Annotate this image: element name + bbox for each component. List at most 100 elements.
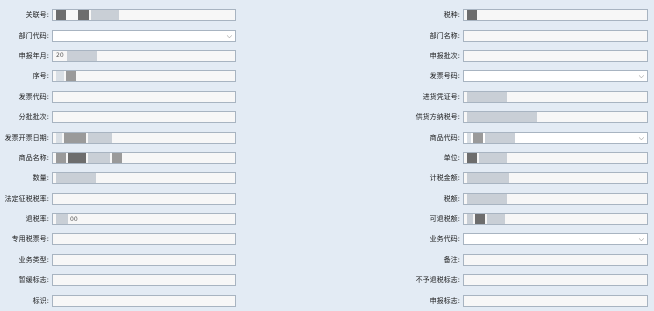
row-dept-code: 部门代码: ⌵	[0, 25, 236, 45]
redacted-block	[68, 152, 86, 163]
temp-flag-label: 暂缓标志:	[18, 276, 49, 285]
non-refund-flag-input[interactable]	[463, 274, 648, 287]
invoice-code-label: 发票代码:	[18, 92, 49, 101]
import-voucher-no-input[interactable]	[463, 90, 648, 103]
row-invoice-code: 发票代码:	[0, 87, 236, 107]
row-customs-no: 关联号:	[0, 5, 236, 25]
redacted-block	[475, 214, 485, 225]
redacted-block	[467, 173, 509, 184]
row-tax-amount: 计税金额:	[380, 168, 648, 188]
product-code-label: 商品代码:	[429, 133, 460, 142]
row-legal-tax-rate: 法定征税税率:	[0, 189, 236, 209]
redacted-block	[64, 132, 86, 143]
tax-type-input[interactable]	[463, 9, 648, 22]
right-form-column: 税种: 部门名称: 申报批次: 发票号码: ⌵ 进货凭证号: 供货方纳税号: 商…	[380, 5, 648, 311]
row-batch-no: 分批批次:	[0, 107, 236, 127]
redacted-block	[78, 10, 89, 21]
redacted-block	[56, 10, 66, 21]
report-month-input[interactable]: 20	[52, 49, 236, 62]
chevron-down-icon[interactable]: ⌵	[639, 134, 644, 143]
redacted-block	[88, 152, 110, 163]
supplier-tax-id-label: 供货方纳税号:	[415, 113, 460, 122]
row-tax-type: 税种:	[380, 5, 648, 25]
product-name-label: 商品名称:	[18, 153, 49, 162]
tax-input[interactable]	[463, 192, 648, 205]
row-report-flag: 申报标志:	[380, 290, 648, 310]
left-form-column: 关联号: 部门代码: ⌵ 申报年月: 20 序号: 发票代码: 分批批次: 发票…	[0, 5, 236, 311]
row-special-ticket-no: 专用税票号:	[0, 229, 236, 249]
dept-code-label: 部门代码:	[18, 31, 49, 40]
redacted-block	[56, 214, 68, 225]
supplier-tax-id-input[interactable]	[463, 111, 648, 124]
product-code-select[interactable]: ⌵	[463, 131, 648, 144]
customs-no-label: 关联号:	[25, 11, 49, 20]
special-ticket-no-input[interactable]	[52, 233, 236, 246]
redacted-block	[487, 214, 505, 225]
refund-rate-input[interactable]: 00	[52, 213, 236, 226]
legal-tax-rate-input[interactable]	[52, 192, 236, 205]
business-code-select[interactable]: ⌵	[463, 233, 648, 246]
redacted-block	[56, 173, 96, 184]
dept-code-select[interactable]: ⌵	[52, 29, 236, 42]
redacted-block	[467, 91, 507, 102]
mark-label: 标识:	[32, 296, 49, 305]
row-non-refund-flag: 不予退税标志:	[380, 270, 648, 290]
row-product-code: 商品代码: ⌵	[380, 127, 648, 147]
business-type-input[interactable]	[52, 253, 236, 266]
batch-no-label: 分批批次:	[18, 113, 49, 122]
customs-no-input[interactable]	[52, 9, 236, 22]
row-tax: 税额:	[380, 189, 648, 209]
row-mark: 标识:	[0, 290, 236, 310]
business-type-label: 业务类型:	[18, 255, 49, 264]
chevron-down-icon[interactable]: ⌵	[227, 32, 232, 41]
product-name-input[interactable]	[52, 151, 236, 164]
row-product-name: 商品名称:	[0, 148, 236, 168]
row-report-month: 申报年月: 20	[0, 46, 236, 66]
remark-label: 备注:	[443, 255, 460, 264]
invoice-code-input[interactable]	[52, 90, 236, 103]
tax-type-label: 税种:	[443, 11, 460, 20]
redacted-block	[485, 132, 515, 143]
refundable-tax-label: 可退税额:	[429, 215, 460, 224]
report-flag-input[interactable]	[463, 294, 648, 307]
tax-amount-label: 计税金额:	[429, 174, 460, 183]
redacted-block	[467, 112, 537, 123]
row-business-code: 业务代码: ⌵	[380, 229, 648, 249]
row-import-voucher-no: 进货凭证号:	[380, 87, 648, 107]
unit-label: 单位:	[443, 153, 460, 162]
refund-rate-label: 退税率:	[25, 215, 49, 224]
quantity-label: 数量:	[32, 174, 49, 183]
refundable-tax-input[interactable]	[463, 213, 648, 226]
non-refund-flag-label: 不予退税标志:	[415, 276, 460, 285]
invoice-no-select[interactable]: ⌵	[463, 70, 648, 83]
invoice-date-input[interactable]	[52, 131, 236, 144]
batch-no-input[interactable]	[52, 111, 236, 124]
redacted-block	[479, 152, 507, 163]
row-invoice-no: 发票号码: ⌵	[380, 66, 648, 86]
tax-label: 税额:	[443, 194, 460, 203]
redacted-block	[56, 152, 66, 163]
remark-input[interactable]	[463, 253, 648, 266]
row-dept-name: 部门名称:	[380, 25, 648, 45]
row-seq-no: 序号:	[0, 66, 236, 86]
mark-input[interactable]	[52, 294, 236, 307]
report-batch-input[interactable]	[463, 49, 648, 62]
row-quantity: 数量:	[0, 168, 236, 188]
import-voucher-no-label: 进货凭证号:	[422, 92, 460, 101]
chevron-down-icon[interactable]: ⌵	[639, 235, 644, 244]
row-refundable-tax: 可退税额:	[380, 209, 648, 229]
seq-no-input[interactable]	[52, 70, 236, 83]
chevron-down-icon[interactable]: ⌵	[639, 72, 644, 81]
seq-no-label: 序号:	[32, 72, 49, 81]
row-report-batch: 申报批次:	[380, 46, 648, 66]
row-remark: 备注:	[380, 250, 648, 270]
redacted-block	[66, 71, 76, 82]
redacted-block	[467, 193, 507, 204]
dept-name-input[interactable]	[463, 29, 648, 42]
redacted-block	[91, 10, 119, 21]
quantity-input[interactable]	[52, 172, 236, 185]
tax-amount-input[interactable]	[463, 172, 648, 185]
redacted-block	[112, 152, 122, 163]
unit-input[interactable]	[463, 151, 648, 164]
temp-flag-input[interactable]	[52, 274, 236, 287]
